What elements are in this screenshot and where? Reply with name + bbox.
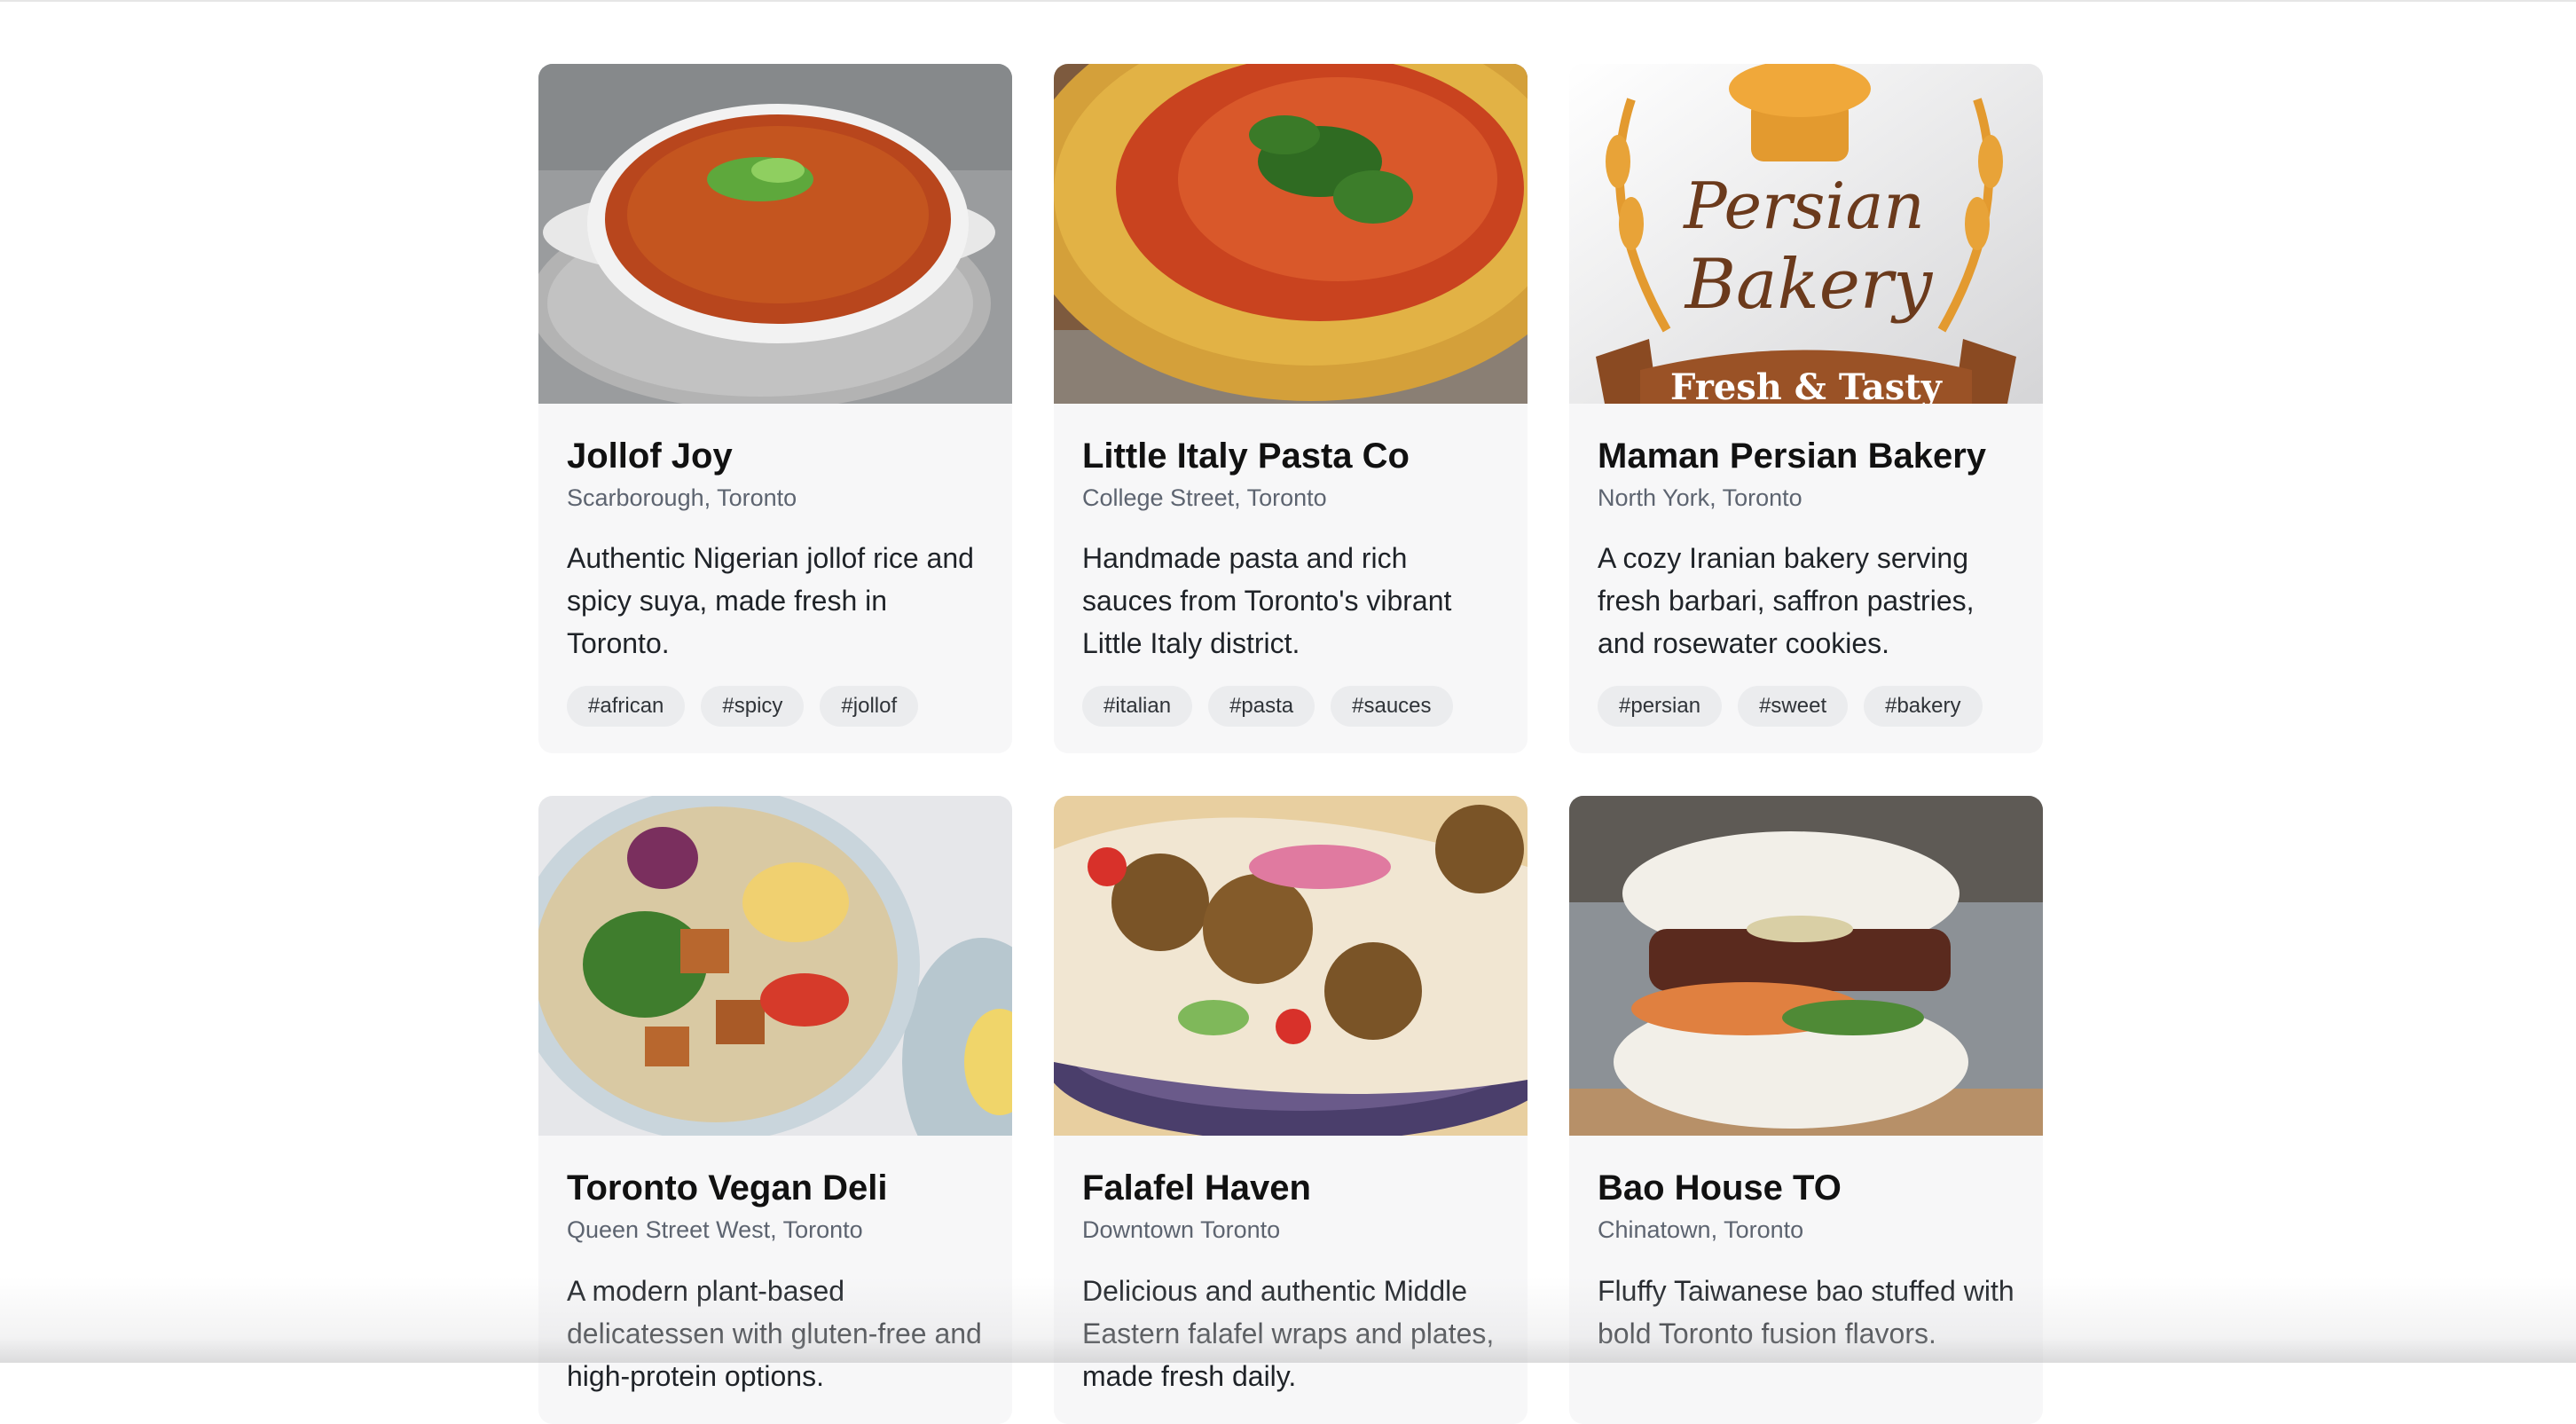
restaurant-card[interactable]: Little Italy Pasta Co College Street, To… xyxy=(1054,64,1528,754)
restaurant-card[interactable]: Bao House TO Chinatown, Toronto Fluffy T… xyxy=(1569,796,2043,1424)
restaurant-title[interactable]: Bao House TO xyxy=(1598,1168,2014,1208)
penne-pasta-photo[interactable] xyxy=(1054,64,1528,404)
restaurant-description: Handmade pasta and rich sauces from Toro… xyxy=(1082,542,1452,660)
restaurant-title[interactable]: Little Italy Pasta Co xyxy=(1082,436,1499,476)
restaurant-description: A modern plant-based delicatessen with g… xyxy=(567,1274,982,1392)
tag-chip[interactable]: #spicy xyxy=(701,686,805,728)
top-divider xyxy=(0,0,2576,2)
restaurant-location: North York, Toronto xyxy=(1598,484,1802,511)
tag-chip[interactable]: #african xyxy=(567,686,686,728)
restaurant-title[interactable]: Toronto Vegan Deli xyxy=(567,1168,984,1208)
tag-chip[interactable]: #italian xyxy=(1082,686,1193,728)
restaurant-card[interactable]: Persian Bakery Fresh & Tasty Maman Persi… xyxy=(1569,64,2043,754)
tag-chip[interactable]: #bakery xyxy=(1864,686,1983,728)
restaurant-location: Queen Street West, Toronto xyxy=(567,1216,863,1244)
restaurant-grid: Jollof Joy Scarborough, Toronto Authenti… xyxy=(538,64,2043,1424)
restaurant-description: Delicious and authentic Middle Eastern f… xyxy=(1082,1274,1495,1392)
vegan-bowl-photo[interactable] xyxy=(538,796,1012,1137)
tag-list: #african #spicy #jollof xyxy=(567,686,984,728)
jollof-rice-photo[interactable] xyxy=(538,64,1012,404)
restaurant-title[interactable]: Falafel Haven xyxy=(1082,1168,1499,1208)
tag-list: #persian #sweet #bakery xyxy=(1598,686,2014,728)
tag-chip[interactable]: #persian xyxy=(1598,686,1723,728)
tag-list: #italian #pasta #sauces xyxy=(1082,686,1499,728)
restaurant-description: A cozy Iranian bakery serving fresh barb… xyxy=(1598,542,1975,660)
restaurant-card[interactable]: Falafel Haven Downtown Toronto Delicious… xyxy=(1054,796,1528,1424)
logo-ribbon-text: Fresh & Tasty xyxy=(1670,366,1944,404)
bao-bun-photo[interactable] xyxy=(1569,796,2043,1137)
restaurant-location: College Street, Toronto xyxy=(1082,484,1327,511)
logo-script-persian: Persian xyxy=(1682,169,1925,243)
tag-chip[interactable]: #sauces xyxy=(1331,686,1453,728)
restaurant-card[interactable]: Jollof Joy Scarborough, Toronto Authenti… xyxy=(538,64,1012,754)
persian-bakery-logo[interactable]: Persian Bakery Fresh & Tasty xyxy=(1569,64,2043,404)
logo-script-bakery: Bakery xyxy=(1684,245,1934,325)
restaurant-card[interactable]: Toronto Vegan Deli Queen Street West, To… xyxy=(538,796,1012,1424)
restaurant-title[interactable]: Maman Persian Bakery xyxy=(1598,436,2014,476)
restaurant-location: Scarborough, Toronto xyxy=(567,484,797,511)
tag-chip[interactable]: #sweet xyxy=(1738,686,1849,728)
restaurant-description: Authentic Nigerian jollof rice and spicy… xyxy=(567,542,974,660)
tag-chip[interactable]: #pasta xyxy=(1208,686,1315,728)
restaurant-location: Chinatown, Toronto xyxy=(1598,1216,1804,1244)
tag-chip[interactable]: #jollof xyxy=(820,686,919,728)
restaurant-title[interactable]: Jollof Joy xyxy=(567,436,984,476)
restaurant-location: Downtown Toronto xyxy=(1082,1216,1281,1244)
restaurant-description: Fluffy Taiwanese bao stuffed with bold T… xyxy=(1598,1274,2014,1349)
falafel-wrap-photo[interactable] xyxy=(1054,796,1528,1137)
